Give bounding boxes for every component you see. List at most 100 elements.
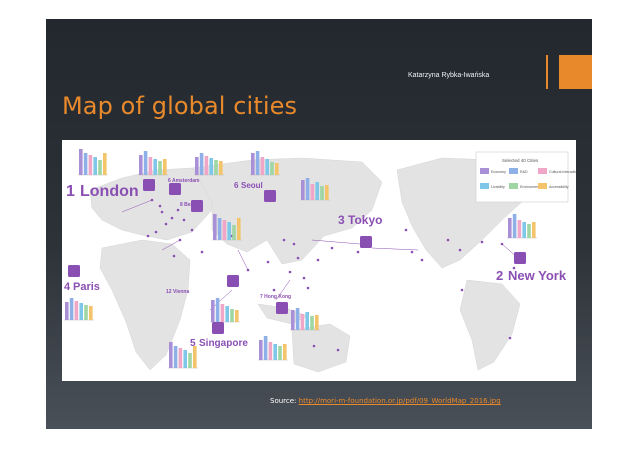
bar-chart-bar (315, 182, 319, 200)
bar-chart-bar (315, 315, 319, 330)
city-dot (292, 242, 296, 246)
legend-item-label: Environment (520, 185, 540, 189)
city-dot (170, 216, 174, 220)
city-dot (182, 218, 186, 222)
city-dot (446, 238, 450, 242)
bar-chart-bar (217, 218, 222, 240)
bar-chart-bar (103, 153, 107, 175)
slide: Katarzyna Rybka-Iwańska Map of global ci… (46, 19, 592, 429)
legend-item-label: Accessibility (549, 185, 569, 189)
singapore-name: Singapore (199, 338, 248, 349)
legend-title: Selected 40 Cities (502, 158, 539, 163)
bar-chart-bar (265, 159, 269, 175)
city-dot (312, 344, 316, 348)
bar-chart-bar (98, 160, 102, 175)
bar-chart-bar (65, 302, 69, 320)
bar-chart-bar (291, 310, 295, 330)
bar-chart-bar (220, 304, 225, 322)
bar-chart-bar (69, 298, 74, 320)
bar-chart-bar (215, 298, 220, 322)
bar-chart-bar (283, 344, 287, 360)
bar-chart-bar (79, 303, 83, 320)
bar-chart-bar (527, 224, 531, 238)
london-name: London (80, 183, 139, 200)
legend-swatch (538, 183, 547, 189)
city-dot (330, 246, 334, 250)
city-dot (164, 222, 168, 226)
bar-chart-bar (79, 149, 83, 175)
legend-swatch (509, 183, 518, 189)
bar-chart-bar (230, 309, 234, 322)
seoul-name: Seoul (241, 181, 263, 190)
bar-chart-bar (300, 314, 305, 330)
bar-chart-bar (163, 159, 167, 175)
bar-chart-bar (251, 153, 255, 175)
city-dot (158, 204, 162, 208)
vienna-label: 12 Vienna (166, 289, 189, 295)
bar-chart-bar (278, 346, 282, 360)
bar-chart-bar (512, 214, 517, 238)
world-map-image: Selected 40 Cities Economy R&D Cultural In… (62, 140, 576, 381)
city-dot (146, 234, 150, 238)
new-york-liberty-icon (514, 252, 526, 264)
legend-item-label: R&D (520, 170, 528, 174)
bar-chart-bar (183, 350, 187, 368)
city-dot (266, 260, 270, 264)
bar-chart-bar (305, 312, 309, 330)
bar-chart-bar (188, 353, 192, 368)
bar-chart-bar (143, 151, 148, 175)
city-dot (302, 276, 306, 280)
bar-chart-bar (532, 222, 536, 238)
city-dot (404, 228, 408, 232)
bar-chart-bar (522, 222, 526, 238)
bar-chart-bar (310, 316, 314, 330)
bar-chart-bar (222, 220, 227, 240)
seoul-rank: 6 (234, 181, 239, 190)
source-citation: Source: http://mori-m-foundation.or.jp/p… (270, 397, 501, 405)
legend-swatch (538, 168, 547, 174)
bar-chart-bar (219, 161, 223, 175)
london-landmark-icon (143, 179, 155, 191)
seoul-gate-icon (264, 190, 276, 202)
vienna-icon (227, 275, 239, 287)
city-dot (200, 250, 204, 254)
bar-chart-bar (273, 344, 277, 360)
bar-chart-bar (225, 306, 229, 322)
london-label: 1 (66, 183, 75, 200)
slide-title: Map of global cities (62, 92, 298, 120)
bar-chart-bar (268, 342, 273, 360)
bar-chart-bar (295, 308, 300, 330)
paris-rank: 4 (64, 281, 71, 293)
bar-chart-bar (89, 306, 93, 320)
tokyo-tower-icon (360, 236, 372, 248)
bar-chart-bar (508, 218, 512, 238)
author-name: Katarzyna Rybka-Iwańska (408, 72, 490, 79)
bar-chart-bar (199, 153, 204, 175)
city-dot (296, 256, 300, 260)
bar-chart-bar (255, 151, 260, 175)
bar-chart-bar (153, 159, 157, 175)
bar-chart-bar (209, 158, 213, 175)
city-dot (306, 286, 310, 290)
source-link[interactable]: http://mori-m-foundation.or.jp/pdf/09_Wo… (299, 397, 501, 405)
bar-chart-bar (88, 155, 93, 175)
city-dot (176, 208, 180, 212)
bar-chart-bar (310, 184, 315, 200)
legend-item-label: Livability (491, 185, 505, 189)
bar-chart-bar (517, 220, 522, 238)
bar-chart-bar (227, 222, 231, 240)
bar-chart-bar (93, 157, 97, 175)
legend-swatch (480, 168, 489, 174)
bar-chart-bar (83, 153, 88, 175)
bar-chart-bar (270, 162, 274, 175)
city-dot (172, 254, 176, 258)
city-dot (356, 250, 360, 254)
bar-chart-bar (178, 348, 183, 368)
bar-chart-bar (232, 225, 236, 240)
bar-chart-bar (320, 186, 324, 200)
hong-kong-label: 7 Hong Kong (260, 294, 291, 300)
amsterdam-windmill-icon (169, 183, 181, 195)
city-dot (420, 258, 424, 262)
city-dot (458, 248, 462, 252)
city-dot (272, 288, 276, 292)
